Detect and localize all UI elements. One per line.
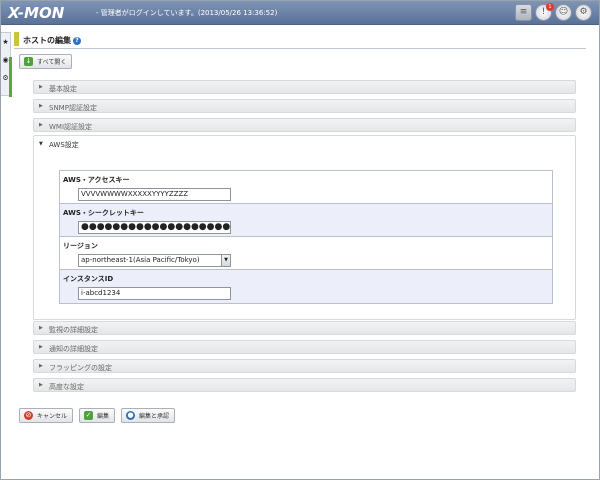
side-tabs: ★ ◉ ⚙ — [1, 32, 12, 97]
section-label: 高度な設定 — [49, 383, 84, 391]
region-row: リージョン ap-northeast-1(Asia Pacific/Tokyo)… — [60, 237, 552, 270]
access-key-input[interactable]: VVVVWWWWXXXXXYYYYZZZZ — [78, 188, 231, 201]
chevron-right-icon: ▶ — [39, 344, 43, 350]
app-header: X-MON - 管理者がログインしています。(2013/05/26 13:36:… — [1, 1, 599, 25]
apply-icon: ● — [126, 411, 135, 420]
edit-label: 編集 — [97, 413, 110, 420]
cancel-icon: ⊘ — [24, 411, 33, 420]
section-label: 監視の詳細設定 — [49, 326, 98, 334]
favorites-tab-icon[interactable]: ★ — [1, 33, 10, 51]
access-key-row: AWS・アクセスキー VVVVWWWWXXXXXYYYYZZZZ — [60, 171, 552, 204]
section-aws: ▼ AWS設定 AWS・アクセスキー VVVVWWWWXXXXXYYYYZZZZ… — [33, 135, 576, 320]
section-basic[interactable]: ▶ 基本設定 — [33, 80, 576, 94]
active-tab-indicator — [9, 57, 12, 97]
section-monitoring-detail[interactable]: ▶ 監視の詳細設定 — [33, 321, 576, 335]
user-icon[interactable]: ☺ — [555, 4, 572, 21]
section-label: 基本設定 — [49, 85, 77, 93]
help-icon[interactable]: ? — [73, 37, 81, 45]
region-value: ap-northeast-1(Asia Pacific/Tokyo) — [81, 256, 200, 264]
database-icon[interactable]: ≡ — [515, 4, 532, 21]
section-wmi[interactable]: ▶ WMI認証設定 — [33, 118, 576, 132]
secret-key-input[interactable]: ●●●●●●●●●●●●●●●●●●●● — [78, 221, 231, 234]
dropdown-arrow-icon[interactable]: ▼ — [221, 255, 230, 266]
instance-id-input[interactable]: i-abcd1234 — [78, 287, 231, 300]
chevron-right-icon: ▶ — [39, 363, 43, 369]
region-select[interactable]: ap-northeast-1(Asia Pacific/Tokyo) ▼ — [78, 254, 231, 267]
section-label: フラッピングの設定 — [49, 364, 112, 372]
arrow-down-icon: ↓ — [24, 57, 33, 66]
chevron-down-icon[interactable]: ▼ — [39, 141, 43, 147]
page-title-bar: ホストの編集? — [14, 31, 586, 49]
alert-icon[interactable]: ! 1 — [535, 3, 554, 21]
section-label: WMI認証設定 — [49, 123, 93, 131]
settings-icon[interactable]: ⚙ — [575, 4, 592, 21]
section-flapping[interactable]: ▶ フラッピングの設定 — [33, 359, 576, 373]
section-snmp[interactable]: ▶ SNMP認証設定 — [33, 99, 576, 113]
region-label: リージョン — [63, 242, 98, 250]
chevron-right-icon: ▶ — [39, 382, 43, 388]
notification-badge: 1 — [546, 3, 554, 11]
chevron-right-icon: ▶ — [39, 325, 43, 331]
edit-button[interactable]: ✓ 編集 — [79, 408, 116, 423]
secret-key-label: AWS・シークレットキー — [63, 209, 144, 217]
instance-row: インスタンスID i-abcd1234 — [60, 270, 552, 303]
section-advanced[interactable]: ▶ 高度な設定 — [33, 378, 576, 392]
chevron-right-icon: ▶ — [39, 84, 43, 90]
edit-apply-label: 編集と承認 — [139, 413, 170, 420]
cancel-button[interactable]: ⊘ キャンセル — [19, 408, 74, 423]
instance-id-label: インスタンスID — [63, 275, 114, 283]
section-label: 通知の詳細設定 — [49, 345, 98, 353]
header-icons: ≡ ! 1 ☺ ⚙ — [515, 3, 592, 21]
secret-key-row: AWS・シークレットキー ●●●●●●●●●●●●●●●●●●●● — [60, 204, 552, 237]
section-aws-label[interactable]: AWS設定 — [49, 140, 79, 150]
app-logo[interactable]: X-MON — [8, 4, 64, 22]
expand-all-label: すべて開く — [37, 59, 67, 66]
title-mark — [14, 32, 19, 46]
page-title-text: ホストの編集 — [23, 36, 71, 45]
section-label: SNMP認証設定 — [49, 104, 97, 112]
section-notification-detail[interactable]: ▶ 通知の詳細設定 — [33, 340, 576, 354]
edit-apply-button[interactable]: ● 編集と承認 — [121, 408, 176, 423]
chevron-right-icon: ▶ — [39, 103, 43, 109]
page-title: ホストの編集? — [23, 35, 81, 46]
cancel-label: キャンセル — [37, 413, 68, 420]
login-info: - 管理者がログインしています。(2013/05/26 13:36:52) — [96, 9, 278, 17]
expand-all-button[interactable]: ↓ すべて開く — [19, 54, 73, 69]
access-key-label: AWS・アクセスキー — [63, 176, 130, 184]
chevron-right-icon: ▶ — [39, 122, 43, 128]
check-icon: ✓ — [84, 411, 93, 420]
aws-form: AWS・アクセスキー VVVVWWWWXXXXXYYYYZZZZ AWS・シーク… — [59, 170, 553, 304]
